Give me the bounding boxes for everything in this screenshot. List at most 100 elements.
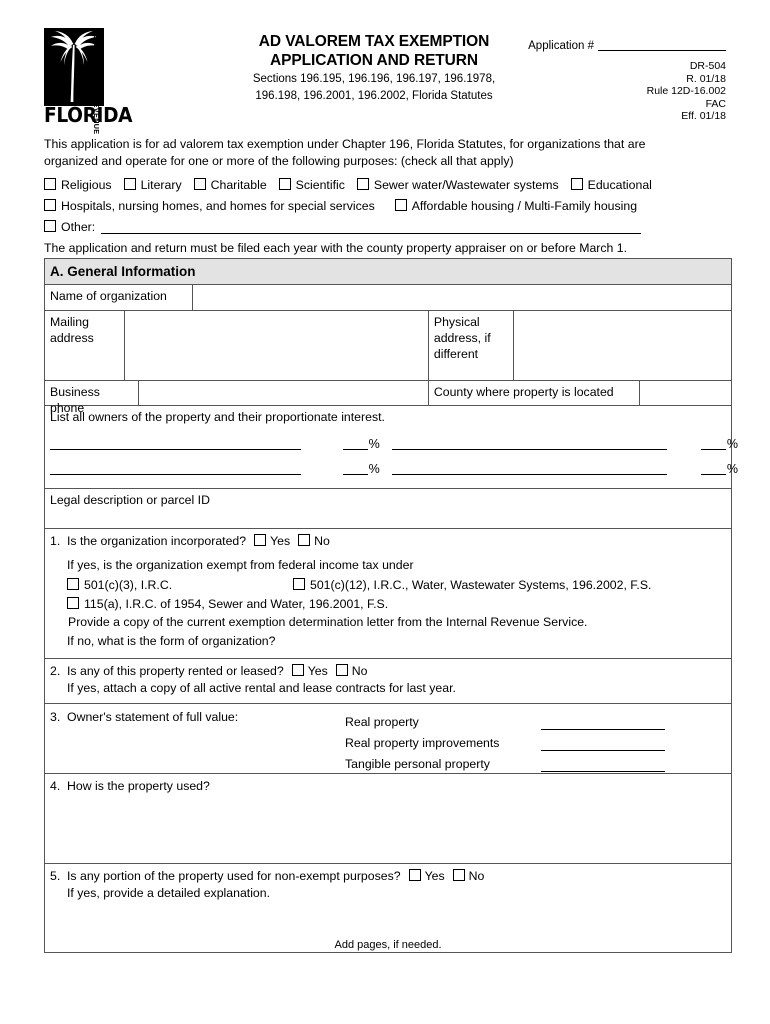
q3-input-real-property[interactable] — [541, 715, 665, 730]
checkbox-box-icon[interactable] — [291, 664, 304, 676]
checkbox-box-icon[interactable] — [394, 199, 407, 211]
purpose-checkbox-row-1: Religious Literary Charitable Scientific Sew… — [44, 177, 728, 193]
owner-percent-input-1a[interactable] — [343, 436, 368, 450]
q3-label-improvements: Real property improvements — [345, 736, 500, 750]
checkbox-hospitals[interactable]: Hospitals, nursing homes, and homes for … — [44, 198, 375, 214]
checkbox-other-box-icon[interactable] — [44, 220, 56, 232]
application-number-input[interactable] — [598, 38, 726, 51]
question-5-sub: If yes, provide a detailed explanation. — [67, 886, 271, 900]
percent-symbol: % — [726, 462, 739, 476]
checkbox-box-icon[interactable] — [44, 199, 56, 211]
checkbox-label: No — [351, 664, 368, 678]
florida-dor-logo: Department of Revenue FLORIDA — [44, 28, 133, 135]
name-of-organization-label: Name of organization — [45, 285, 193, 310]
owner-row-1: % % — [50, 434, 738, 450]
legal-description-field[interactable]: Legal description or parcel ID — [45, 489, 731, 528]
section-a-heading: A. General Information — [45, 259, 731, 285]
checkbox-label: Yes — [270, 534, 291, 548]
percent-symbol: % — [368, 462, 380, 476]
checkbox-sewer-wastewater[interactable]: Sewer water/Wastewater systems — [356, 177, 559, 193]
checkbox-box-icon[interactable] — [278, 178, 291, 190]
application-number-label: Application # — [528, 40, 594, 52]
question-4[interactable]: 4. How is the property used? — [45, 774, 731, 864]
q1-yes-option[interactable]: Yes — [254, 533, 290, 550]
legal-description-label: Legal description or parcel ID — [50, 493, 210, 507]
checkbox-label: Yes — [424, 869, 445, 883]
checkbox-box-icon[interactable] — [408, 869, 421, 881]
row-owners-list: List all owners of the property and thei… — [45, 406, 738, 489]
owner-name-input-2b[interactable] — [391, 461, 668, 475]
purpose-checkbox-row-2: Hospitals, nursing homes, and homes for … — [44, 198, 728, 214]
checkbox-religious[interactable]: Religious — [44, 177, 112, 193]
q3-input-improvements[interactable] — [541, 736, 665, 751]
owner-percent-input-2b[interactable] — [701, 461, 726, 475]
filing-deadline-note: The application and return must be filed… — [44, 241, 628, 255]
q2-yes-option[interactable]: Yes — [291, 663, 328, 680]
owner-name-input-2a[interactable] — [50, 461, 302, 475]
checkbox-charitable[interactable]: Charitable — [193, 177, 267, 193]
q1-option-115a[interactable]: 115(a), I.R.C. of 1954, Sewer and Water,… — [67, 596, 726, 613]
question-1: 1. Is the organization incorporated? Yes No… — [45, 529, 731, 659]
checkbox-box-icon[interactable] — [452, 869, 465, 881]
question-3: 3. Owner's statement of full value: Real … — [45, 704, 731, 774]
checkbox-scientific[interactable]: Scientific — [278, 177, 345, 193]
checkbox-box-icon[interactable] — [356, 178, 369, 190]
checkbox-box-icon[interactable] — [67, 597, 79, 609]
business-phone-input[interactable] — [139, 381, 429, 405]
owner-percent-input-1b[interactable] — [701, 436, 726, 450]
checkbox-educational[interactable]: Educational — [570, 177, 652, 193]
question-1-note: Provide a copy of the current exemption … — [68, 615, 588, 629]
form-id: DR-504 — [689, 60, 726, 72]
question-2: 2. Is any of this property rented or leas… — [45, 659, 731, 704]
checkbox-label: 115(a), I.R.C. of 1954, Sewer and Water,… — [84, 597, 389, 611]
checkbox-box-icon[interactable] — [254, 534, 267, 546]
q1-option-501c12[interactable]: 501(c)(12), I.R.C., Water, Wastewater Sy… — [293, 578, 651, 592]
checkbox-label: 501(c)(12), I.R.C., Water, Wastewater Sy… — [310, 578, 652, 592]
question-4-answer-area[interactable] — [50, 795, 726, 855]
checkbox-label: Religious — [61, 178, 112, 192]
checkbox-affordable-housing[interactable]: Affordable housing / Multi-Family housin… — [394, 198, 638, 214]
physical-address-input[interactable] — [514, 311, 731, 380]
checkbox-label: No — [314, 534, 330, 548]
checkbox-label: Literary — [140, 178, 182, 192]
q2-no-option[interactable]: No — [335, 663, 368, 680]
q3-input-tangible[interactable] — [541, 757, 665, 772]
question-2-number: 2. — [50, 664, 61, 678]
question-5-main: 5. Is any portion of the property used fo… — [50, 868, 726, 885]
q5-no-option[interactable]: No — [452, 868, 484, 885]
checkbox-box-icon[interactable] — [44, 178, 56, 190]
checkbox-label: Sewer water/Wastewater systems — [373, 178, 559, 192]
q5-yes-option[interactable]: Yes — [408, 868, 445, 885]
checkbox-box-icon[interactable] — [193, 178, 206, 190]
checkbox-literary[interactable]: Literary — [123, 177, 182, 193]
owner-name-input-1a[interactable] — [50, 436, 302, 450]
form-effective: Eff. 01/18 — [681, 110, 726, 123]
question-4-main: 4. How is the property used? — [50, 778, 726, 795]
checkbox-box-icon[interactable] — [298, 534, 311, 546]
other-purpose-input[interactable] — [101, 222, 642, 234]
question-2-text: Is any of this property rented or leased… — [67, 664, 284, 678]
mailing-address-input[interactable] — [125, 311, 429, 380]
checkbox-box-icon[interactable] — [67, 578, 79, 590]
checkbox-box-icon[interactable] — [570, 178, 583, 190]
owner-name-input-1b[interactable] — [391, 436, 668, 450]
q1-no-option[interactable]: No — [298, 533, 330, 550]
checkbox-box-icon[interactable] — [335, 664, 348, 676]
question-2-main: 2. Is any of this property rented or leas… — [50, 663, 726, 680]
row-addresses: Mailing address Physical address, if dif… — [45, 311, 731, 381]
row-phone-county: Business phone County where property is … — [45, 381, 731, 415]
footer-note: Add pages, if needed. — [334, 939, 442, 951]
checkbox-label: Affordable housing / Multi-Family housin… — [411, 199, 638, 213]
name-of-organization-input[interactable] — [193, 285, 731, 310]
question-1-main: 1. Is the organization incorporated? Yes No — [50, 533, 726, 550]
q3-row-improvements: Real property improvements — [50, 730, 726, 751]
checkbox-label: Charitable — [210, 178, 267, 192]
county-input[interactable] — [640, 381, 731, 405]
row-organization-name: Name of organization — [45, 285, 731, 311]
owner-percent-input-2a[interactable] — [343, 461, 368, 475]
checkbox-box-icon[interactable] — [123, 178, 136, 190]
logo-department-text: Department of Revenue — [92, 29, 101, 135]
q1-option-501c3[interactable]: 501(c)(3), I.R.C. — [67, 577, 293, 594]
checkbox-box-icon[interactable] — [293, 578, 305, 590]
application-number-block: Application # DR-504 R. 01/18 Rule 12D-1… — [496, 38, 726, 123]
